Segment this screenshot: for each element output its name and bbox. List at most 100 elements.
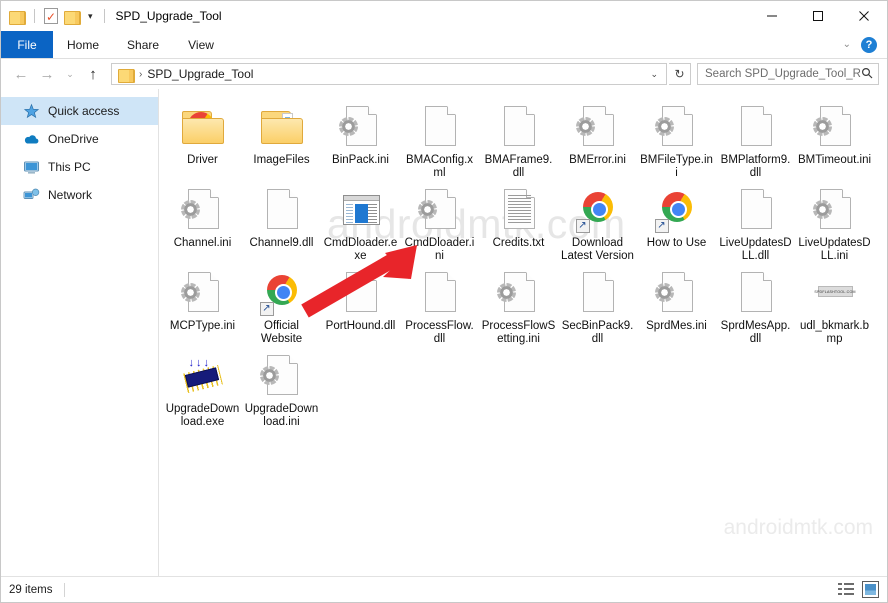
window-controls [749,1,887,31]
file-item[interactable]: BMFileType.ini [637,97,716,180]
maximize-button[interactable] [795,1,841,31]
file-explorer-window: ✓ ▾ SPD_Upgrade_Tool File Home Share Vie… [0,0,888,603]
icon-grid: Driver ImageFiles BinPack.ini BMAConfig.xml… [159,97,887,429]
navigation-pane: Quick access OneDrive This PC Network [1,89,159,576]
file-item[interactable]: BMError.ini [558,97,637,180]
title-bar: ✓ ▾ SPD_Upgrade_Tool [1,1,887,31]
file-item[interactable]: Credits.txt [479,180,558,263]
file-label: Credits.txt [492,237,545,249]
folder-icon[interactable] [9,10,26,25]
view-mode-buttons [838,581,879,598]
file-label: Download Latest Version [561,237,634,262]
help-icon[interactable]: ? [861,36,877,53]
file-list-pane[interactable]: androidmtk.com Driver ImageFiles BinPack.i… [159,89,887,576]
file-item[interactable]: LiveUpdatesDLL.dll [716,180,795,263]
file-label: Channel9.dll [249,237,314,249]
file-label: BMAConfig.xml [405,154,474,179]
file-icon [179,103,227,151]
large-icons-view-icon[interactable] [862,581,879,598]
sidebar-item-onedrive[interactable]: OneDrive [1,125,158,153]
file-item[interactable]: ProcessFlowSetting.ini [479,263,558,346]
file-item[interactable]: MCPType.ini [163,263,242,346]
tab-home[interactable]: Home [53,31,113,58]
text-lines-icon [507,195,531,223]
file-item[interactable]: UpgradeDownload.ini [242,346,321,429]
recent-locations-button[interactable]: ⌄ [61,63,79,85]
gear-icon [496,283,516,302]
chevron-down-icon[interactable]: ▾ [86,11,95,22]
file-item[interactable]: BMAFrame9.dll [479,97,558,180]
file-item[interactable]: ↗ How to Use [637,180,716,263]
file-item[interactable]: Driver [163,97,242,180]
file-item[interactable]: ↗ Download Latest Version [558,180,637,263]
address-dropdown-icon[interactable]: ⌄ [644,69,664,80]
sidebar-item-quick-access[interactable]: Quick access [1,97,158,125]
item-count-label: 29 items [9,583,53,596]
details-view-icon[interactable] [838,581,855,598]
file-item[interactable]: Channel9.dll [242,180,321,263]
up-button[interactable]: ↑ [81,63,105,85]
status-divider [64,582,66,597]
sidebar-item-network[interactable]: Network [1,181,158,209]
folder-icon [260,111,303,144]
file-item[interactable]: ↓↓↓ UpgradeDownload.exe [163,346,242,429]
close-button[interactable] [841,1,887,31]
file-item[interactable]: BinPack.ini [321,97,400,180]
file-item[interactable]: Channel.ini [163,180,242,263]
file-item[interactable]: ProcessFlow.dll [400,263,479,346]
file-icon: ↗ [258,269,306,317]
file-label: BMTimeout.ini [797,154,872,166]
search-input[interactable]: Search SPD_Upgrade_Tool_R2... [697,63,879,85]
minimize-button[interactable] [749,1,795,31]
tab-file[interactable]: File [1,31,53,58]
sidebar-item-this-pc[interactable]: This PC [1,153,158,181]
dll-file-icon [424,272,456,312]
gear-icon [180,283,200,302]
file-label: BMAFrame9.dll [484,154,553,179]
file-item[interactable]: CmdDloader.exe [321,180,400,263]
gear-icon [417,200,437,219]
file-label: BMFileType.ini [640,154,713,179]
file-icon [258,103,306,151]
file-item[interactable]: SprdMes.ini [637,263,716,346]
file-item[interactable]: ↗ Official Website [242,263,321,346]
back-button[interactable]: ← [9,63,33,85]
file-item[interactable]: ImageFiles [242,97,321,180]
file-label: LiveUpdatesDLL.ini [798,237,871,262]
file-item[interactable]: SprdMesApp.dll [716,263,795,346]
breadcrumb-separator: › [139,68,143,80]
new-folder-icon[interactable] [64,10,81,25]
gear-icon [259,366,279,385]
file-item[interactable]: CmdDloader.ini [400,180,479,263]
chevron-down-icon[interactable]: ⌄ [843,39,851,50]
file-label: ProcessFlow.dll [405,320,474,345]
file-icon: ↓↓↓ [179,352,227,400]
search-icon[interactable] [861,67,873,82]
file-item[interactable]: BMPlatform9.dll [716,97,795,180]
file-item[interactable]: BMTimeout.ini [795,97,874,180]
file-item[interactable]: LiveUpdatesDLL.ini [795,180,874,263]
shortcut-arrow-icon: ↗ [654,219,669,233]
file-icon [495,103,543,151]
file-icon [416,103,464,151]
file-label: BMPlatform9.dll [720,154,791,179]
gear-icon [575,117,595,136]
refresh-button[interactable]: ↻ [669,63,691,85]
file-icon [495,269,543,317]
file-icon [495,186,543,234]
file-label: CmdDloader.exe [323,237,398,262]
file-item[interactable]: SPDFLASHTOOL.COM udl_bkmark.bmp [795,263,874,346]
file-item[interactable]: PortHound.dll [321,263,400,346]
tab-share[interactable]: Share [113,31,173,58]
search-placeholder: Search SPD_Upgrade_Tool_R2... [705,68,861,80]
tab-view[interactable]: View [173,31,229,58]
forward-button[interactable]: → [35,63,59,85]
file-icon [732,186,780,234]
properties-document-icon[interactable]: ✓ [44,8,58,24]
file-icon: ↗ [574,186,622,234]
breadcrumb[interactable]: › SPD_Upgrade_Tool [118,67,253,83]
qat-divider-2 [103,9,105,23]
file-item[interactable]: BMAConfig.xml [400,97,479,180]
address-input[interactable]: › SPD_Upgrade_Tool ⌄ [111,63,667,85]
file-item[interactable]: SecBinPack9.dll [558,263,637,346]
